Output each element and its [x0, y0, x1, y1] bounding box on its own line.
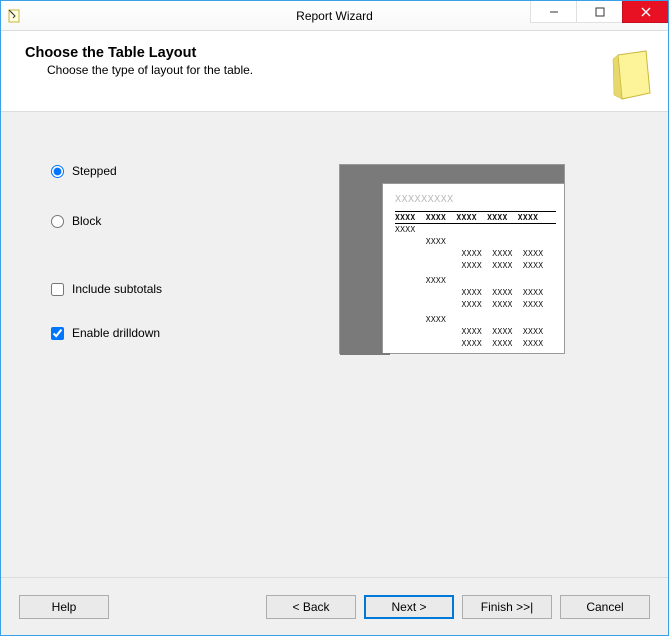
enable-drilldown-label[interactable]: Enable drilldown [72, 326, 160, 340]
page-subtitle: Choose the type of layout for the table. [47, 63, 648, 77]
next-button[interactable]: Next > [364, 595, 454, 619]
include-subtotals-checkbox[interactable] [51, 283, 64, 296]
layout-options: Stepped Block Include subtotals Enable d… [51, 164, 291, 370]
finish-button[interactable]: Finish >>| [462, 595, 552, 619]
report-page-icon [612, 49, 654, 101]
block-label[interactable]: Block [72, 214, 101, 228]
option-enable-drilldown[interactable]: Enable drilldown [51, 326, 291, 340]
page-title: Choose the Table Layout [25, 45, 648, 61]
include-subtotals-label[interactable]: Include subtotals [72, 282, 162, 296]
wizard-header: Choose the Table Layout Choose the type … [1, 31, 668, 111]
wizard-footer: Help < Back Next > Finish >>| Cancel [1, 577, 668, 635]
option-block[interactable]: Block [51, 214, 291, 228]
layout-preview: XXXXXXXXX XXXX XXXX XXXX XXXX XXXX XXXX … [339, 164, 565, 354]
maximize-button[interactable] [576, 1, 622, 23]
preview-page: XXXXXXXXX XXXX XXXX XXXX XXXX XXXX XXXX … [382, 183, 564, 353]
minimize-button[interactable] [530, 1, 576, 23]
close-button[interactable] [622, 1, 668, 23]
block-radio[interactable] [51, 215, 64, 228]
wizard-content: Stepped Block Include subtotals Enable d… [1, 111, 668, 635]
window-controls [530, 1, 668, 23]
help-button[interactable]: Help [19, 595, 109, 619]
option-include-subtotals[interactable]: Include subtotals [51, 282, 291, 296]
titlebar: Report Wizard [1, 1, 668, 31]
stepped-label[interactable]: Stepped [72, 164, 117, 178]
back-button[interactable]: < Back [266, 595, 356, 619]
enable-drilldown-checkbox[interactable] [51, 327, 64, 340]
stepped-radio[interactable] [51, 165, 64, 178]
option-stepped[interactable]: Stepped [51, 164, 291, 178]
cancel-button[interactable]: Cancel [560, 595, 650, 619]
app-icon [7, 8, 23, 24]
